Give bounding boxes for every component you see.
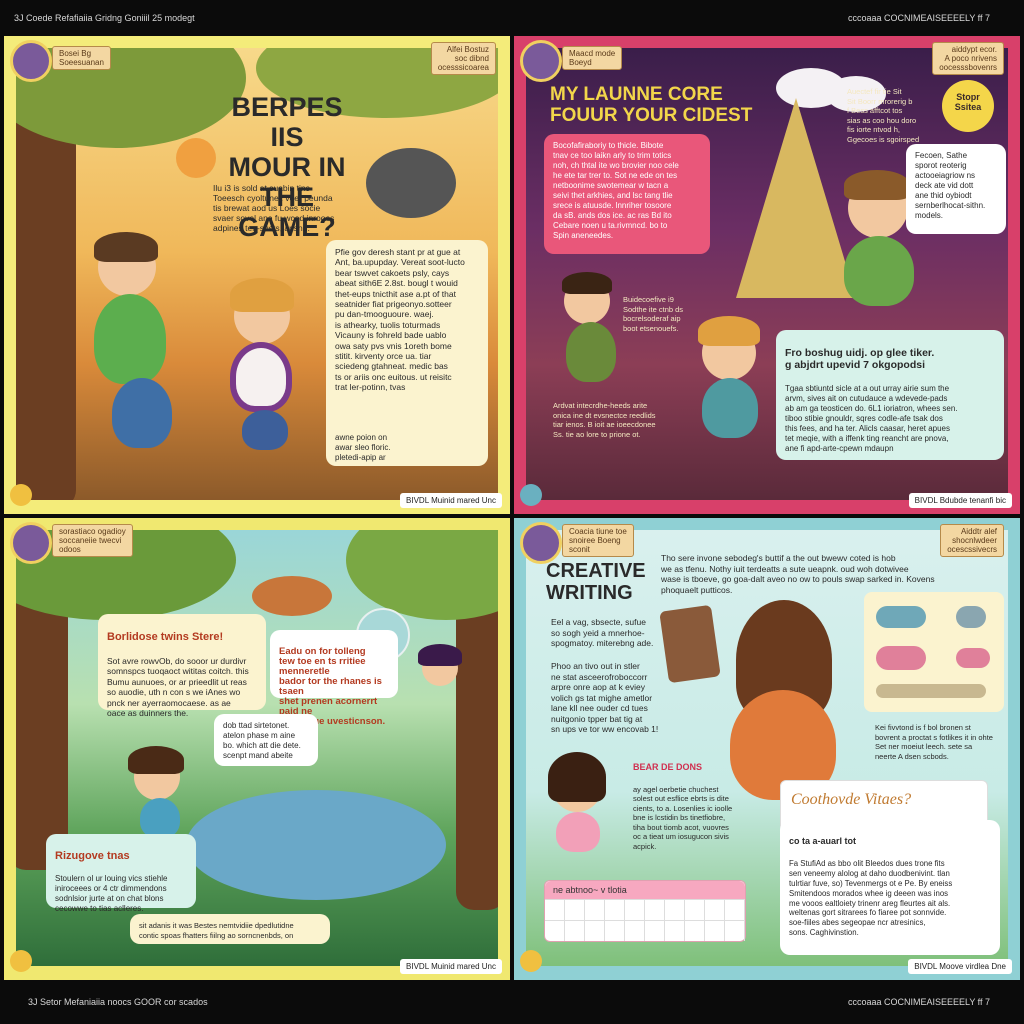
panel1-caption: awne poion on awar sleo floric. pletedi-… [335, 433, 391, 462]
panel2-info-card-heading: Fro boshug uidj. op glee tiker. g abjdrt… [785, 347, 935, 371]
panel1-side-caption [5, 186, 9, 386]
panel4-small-girl-hair [548, 752, 606, 802]
bottom-strip-right-text: cccoaaa COCNIMEAISEEEELY ff 7 [847, 997, 990, 1007]
panel2-speech-bubble: Fecoen, Sathe sporot reoterig actooeiagr… [906, 144, 1006, 234]
panel2-boy-shirt [844, 236, 914, 306]
page-panel-top-right: Maacd mode Boeyd aiddypt ecor. A poco nr… [514, 36, 1020, 514]
panel2-small-note: Buidecoefive i9 Sodthe ite ctnb ds bocre… [623, 295, 684, 333]
panel2-footer: BIVDL Bdubde tenanfi bic [908, 493, 1012, 508]
panel1-girl-vest [230, 342, 292, 412]
panel4-footer: BIVDL Moove virdlea Dne [908, 959, 1012, 974]
panel3-tip-card-heading: Rizugove tnas [55, 850, 130, 862]
panel1-boy-shirt [94, 294, 166, 384]
panel1-footer: BIVDL Muinid mared Unc [400, 493, 502, 508]
panel2-title: MY LAUNNE CORE FOUUR YOUR CIDEST [550, 84, 753, 126]
panel2-corner-badge [520, 40, 562, 82]
page-panel-bottom-right: Coacia tiune toe snoiree Boeng sconit Ai… [514, 518, 1020, 980]
panel1-ribbon-left: Bosei Bg Soeesuanan [52, 46, 111, 70]
panel4-rock-sticker [956, 606, 986, 628]
panel3-speech-bubble-top: Eadu on for tolleng tew toe en ts rritie… [270, 630, 398, 727]
panel2-info-card-body: Tgaa sbtiuntd sicle at a out urray airie… [785, 384, 958, 453]
panel2-ribbon-left: Maacd mode Boeyd [562, 46, 623, 70]
panel1-corner-icon [10, 484, 32, 506]
panel1-butterfly-icon [176, 138, 216, 178]
top-strip-right-text: cccoaaa COCNIMEAISEEEELY ff 7 [847, 13, 990, 23]
panel3-river [186, 790, 446, 900]
panel1-girl-hair [230, 278, 294, 312]
panel4-small-girl-dress [556, 812, 600, 852]
panel4-writing-text: Fa StufiAd as bbo olit Bleedos dues tron… [789, 859, 953, 937]
panel4-sticker-card [864, 592, 1004, 712]
panel1-intro-text: Ilu i3 is sold at suabin tins Toeesch cy… [213, 183, 335, 233]
panel4-writing-subheading: co ta a-auarl tot [789, 835, 857, 846]
panel4-sticker-caption: Kei fivvtond is f bol bronen st bovrent … [875, 723, 993, 761]
panel1-girl-pants [242, 410, 288, 450]
bottom-caption-strip: 3J Setor Mefaniaiia noocs GOOR cor scado… [0, 984, 1024, 1024]
panel4-handwriting-title: Coothovde Vitaes? [791, 791, 912, 808]
panel3-tree-canopy-right [346, 530, 498, 620]
bottom-strip-left-text: 3J Setor Mefaniaiia noocs GOOR cor scado… [28, 997, 208, 1007]
panel1-ribbon-right: Alfei Bostuz soc dibnd ocesssicoarea [430, 42, 496, 75]
panel4-fish-sticker [876, 606, 926, 628]
panel3-corner-badge [10, 522, 52, 564]
panel2-ribbon-right: aiddypt ecor. A poco nrivens oocesssbove… [932, 42, 1004, 75]
panel4-grid-title: ne abtnoo~ v tlotia [545, 881, 745, 899]
panel4-title: CREATIVE WRITING [546, 560, 646, 604]
panel3-bird-creature [252, 576, 332, 616]
panel3-tip-card: Rizugove tnas Stoulern ol ur louing vics… [46, 834, 196, 913]
panel4-icon-row [876, 684, 986, 698]
panel4-writing-grid: ne abtnoo~ v tlotia [544, 880, 746, 942]
panel4-pig-sticker [876, 646, 926, 670]
panel3-speech-bubble-middle: dob ttad sirtetonet. atelon phase m aine… [214, 714, 318, 766]
panel4-tip-heading: BEAR DE DONS [633, 761, 703, 772]
panel2-intro-card: Bocofafiraboriy to thicle. Bibote tnav c… [544, 134, 710, 254]
panel4-ribbon-left: Coacia tiune toe snoiree Boeng sconit [562, 524, 634, 557]
panel4-grid-cells [545, 899, 745, 941]
panel3-ribbon-left: sorastiaco ogadioy soccaneiie twecvi odo… [52, 524, 133, 557]
panel3-info-card: Borlidose twins Stere! Sot avre rowvOb, … [98, 614, 266, 718]
panel4-writing-body: co ta a-auarl tot Fa StufiAd as bbo olit… [780, 820, 1000, 955]
page-panel-bottom-left: sorastiaco ogadioy soccaneiie twecvi odo… [4, 518, 510, 980]
panel1-corner-badge [10, 40, 52, 82]
panel2-top-note: Auectef fir tie Sit Sit Boorr mrorerig b… [847, 87, 920, 144]
panel2-sticker-text: Stopr Ssitea [954, 92, 982, 112]
panel3-info-card-heading: Borlidose twins Stere! [107, 630, 224, 643]
panel4-tip-body: ay agel oerbetie chuchest solest out esf… [633, 784, 733, 851]
panel4-tip: BEAR DE DONS ay agel oerbetie chuchest s… [624, 746, 744, 868]
page-panel-top-left: Bosei Bg Soeesuanan Alfei Bostuz soc dib… [4, 36, 510, 514]
panel4-corner-icon [520, 950, 542, 972]
panel2-left-child-shirt [566, 322, 616, 382]
top-strip-left-text: 3J Coede Refafiaiia Gridng Goniiil 25 mo… [14, 13, 195, 23]
panel3-caption: sit adanis it was Bestes nemtvidiie dped… [130, 914, 330, 944]
panel1-boy-hair [94, 232, 158, 262]
top-caption-strip: 3J Coede Refafiaiia Gridng Goniiil 25 mo… [0, 0, 1024, 36]
panel3-girl-hair [418, 644, 462, 666]
panel2-corner-icon [520, 484, 542, 506]
panel1-tree-trunk [16, 108, 76, 500]
panel4-star-sticker [956, 648, 990, 668]
panel3-child-shirt [140, 798, 180, 838]
panel3-corner-icon [10, 950, 32, 972]
panel3-child-hair [128, 746, 184, 774]
panel2-info-card: Fro boshug uidj. op glee tiker. g abjdrt… [776, 330, 1004, 460]
panel4-corner-badge [520, 522, 562, 564]
panel2-boy-hair [844, 170, 910, 200]
panel3-tip-card-body: Stoulern ol ur louing vics stiehle iniro… [55, 874, 168, 913]
panel2-left-child-hair [562, 272, 612, 294]
panel1-boy-jeans [112, 378, 172, 448]
panel4-lede: Eel a vag, sbsecte, sufue so sogh yeid a… [551, 617, 654, 648]
panel4-body: Phoo an tivo out in stler ne stat asceer… [551, 661, 659, 734]
panel3-info-card-body: Sot avre rowvOb, do sooor ur durdivr som… [107, 655, 249, 719]
panel3-footer: BIVDL Muinid mared Unc [400, 959, 502, 974]
panel2-caption: Ardvat intecrdhe-heeds arite onica ine d… [553, 401, 656, 439]
